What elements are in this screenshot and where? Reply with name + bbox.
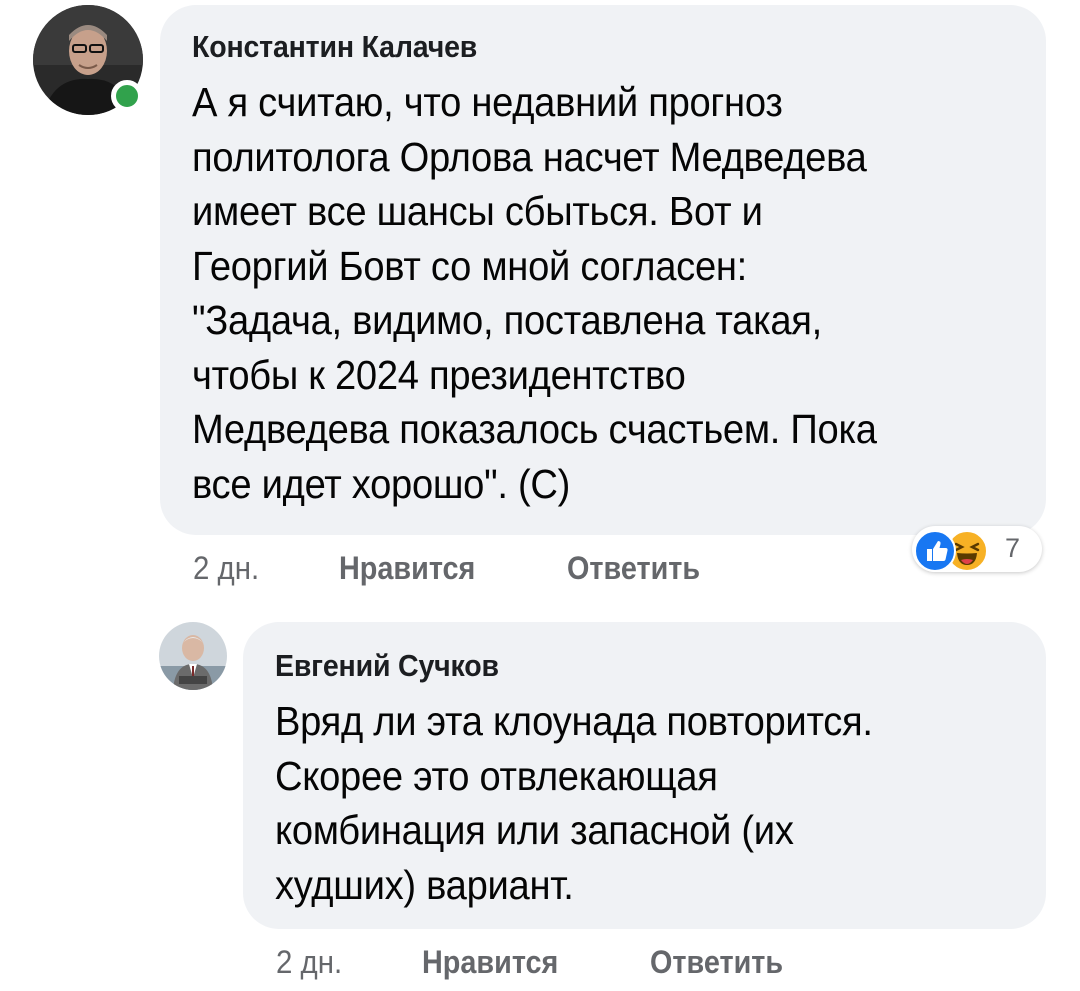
comment-text-line: Скорее это отвлекающая <box>275 752 718 799</box>
online-status-icon <box>111 80 143 112</box>
comment-text-line: худших) вариант. <box>275 861 574 908</box>
comment-timestamp[interactable]: 2 дн. <box>276 944 342 980</box>
comment-text-line: комбинация или запасной (их <box>275 807 794 853</box>
comment-bubble: Константин Калачев А я считаю, что недав… <box>160 5 1046 535</box>
like-button[interactable]: Нравится <box>339 550 475 586</box>
comment-text-line: Вряд ли эта клоунада повторится. <box>275 698 873 744</box>
comment-bubble: Евгений Сучков Вряд ли эта клоунада повт… <box>243 622 1046 929</box>
comment-text: Вряд ли эта клоунада повторится. Скорее … <box>275 694 1046 912</box>
avatar-photo-icon <box>159 622 227 690</box>
comment-timestamp[interactable]: 2 дн. <box>193 550 259 586</box>
reaction-count: 7 <box>1005 533 1021 563</box>
comment-text-line: Георгий Бовт со мной согласен: <box>192 242 747 289</box>
comment-text-line: чтобы к 2024 президентство <box>192 351 686 398</box>
comment-text-line: Медведева показалось счастьем. Пока <box>192 406 877 452</box>
reply-button[interactable]: Ответить <box>567 550 700 586</box>
like-button[interactable]: Нравится <box>422 944 558 980</box>
reactions-summary[interactable]: 7 <box>912 526 1042 572</box>
comment-actions: 2 дн. Нравится Ответить <box>193 550 893 590</box>
comment-actions: 2 дн. Нравится Ответить <box>276 944 976 984</box>
avatar[interactable] <box>159 622 227 690</box>
comment-author[interactable]: Константин Калачев <box>192 27 978 67</box>
comment-text: А я считаю, что недавний прогноз политол… <box>192 75 1046 511</box>
comments-thread: Константин Калачев А я считаю, что недав… <box>0 0 1080 991</box>
comment-text-line: имеет все шансы сбыться. Вот и <box>192 188 763 234</box>
comment-text-line: А я считаю, что недавний прогноз <box>192 79 783 125</box>
comment-text-line: политолога Орлова насчет Медведева <box>192 133 867 180</box>
like-icon <box>914 530 956 572</box>
comment-author[interactable]: Евгений Сучков <box>275 646 984 686</box>
comment-text-line: все идет хорошо". (С) <box>192 460 571 507</box>
reply-button[interactable]: Ответить <box>650 944 783 980</box>
comment-text-line: "Задача, видимо, поставлена такая, <box>192 297 822 343</box>
